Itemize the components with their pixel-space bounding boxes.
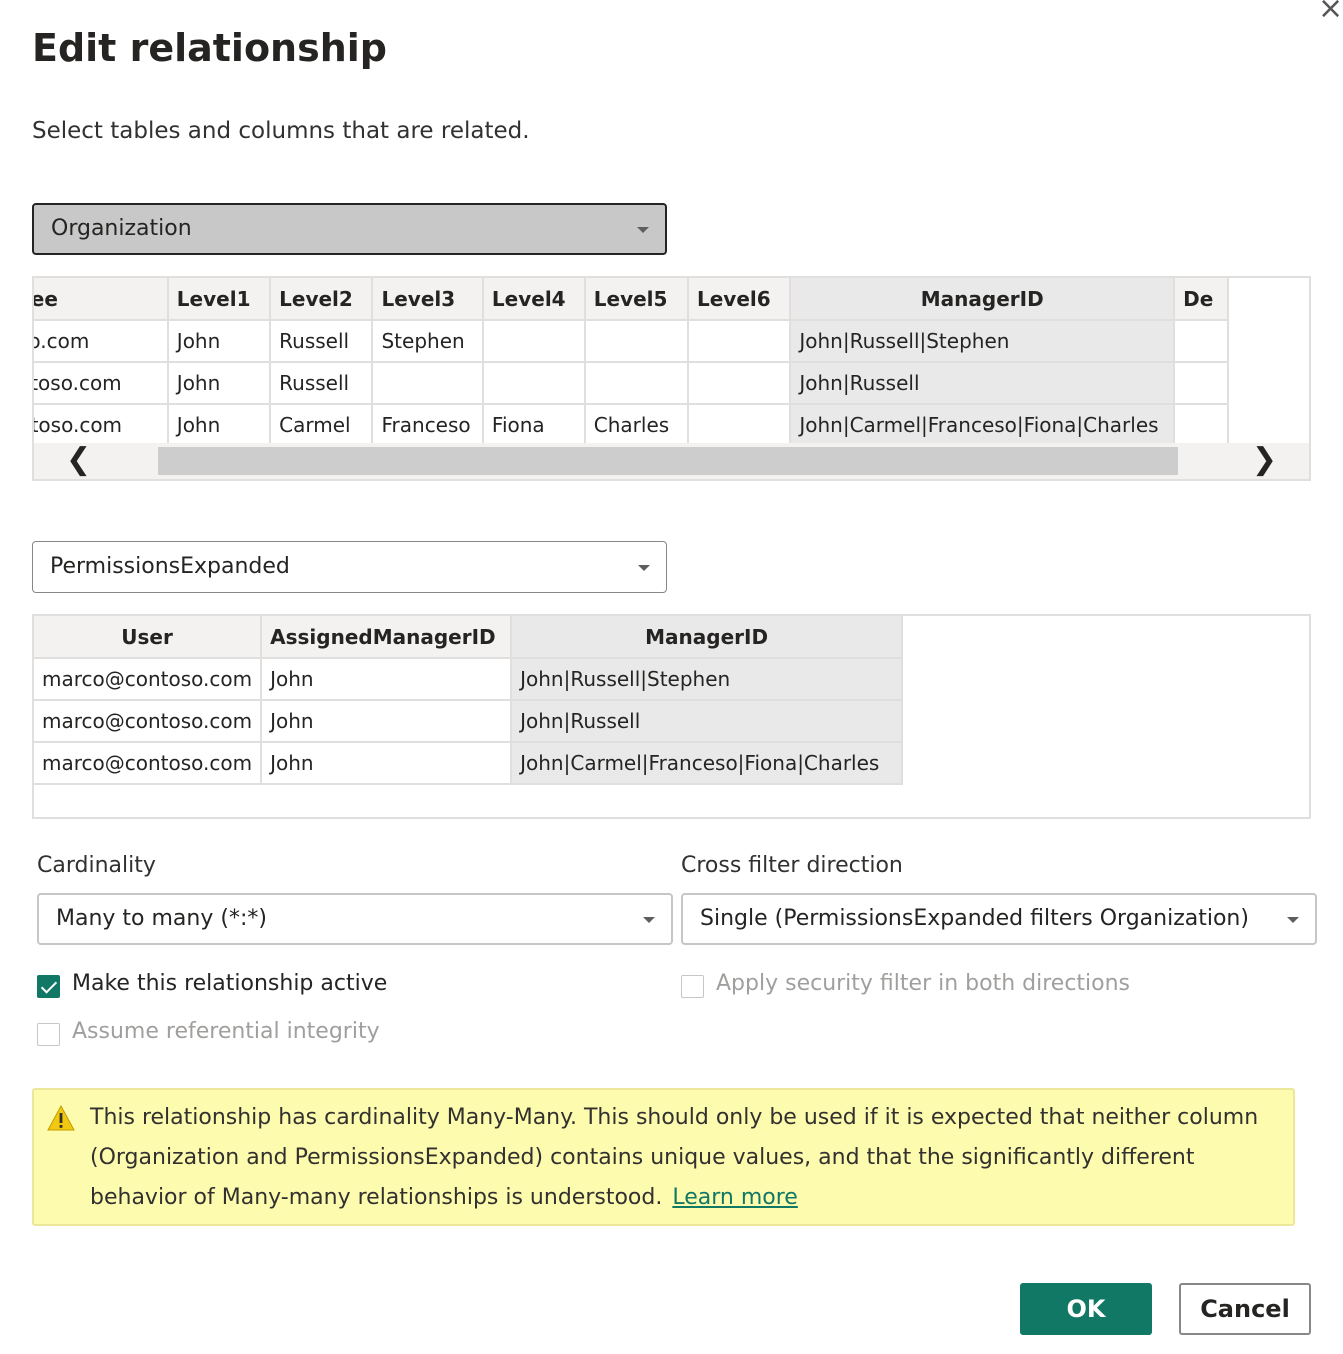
table-row: n@contoso.comJohnCarmelFrancesoFionaChar… <box>34 404 1229 447</box>
column-header[interactable]: ManagerID <box>511 616 904 659</box>
table-row: marco@contoso.com John John|Russell|Stephe… <box>34 658 904 701</box>
column-header[interactable]: mployee <box>34 278 169 321</box>
make-active-label: Make this relationship active <box>72 971 388 996</box>
dialog-subtitle: Select tables and columns that are relat… <box>32 118 530 144</box>
table-cell <box>482 362 586 405</box>
table-cell: contoso.com <box>34 320 169 363</box>
chevron-down-icon <box>643 917 655 923</box>
table-row: e@contoso.comJohnRussell John|Russell <box>34 362 1229 405</box>
table2-grid: User AssignedManagerID ManagerID marco@con… <box>34 616 904 785</box>
column-header[interactable]: Level5 <box>584 278 690 321</box>
table-cell: Russell <box>270 362 374 405</box>
table-cell: Stephen <box>372 320 484 363</box>
table-row: marco@contoso.com John John|Russell <box>34 700 904 743</box>
table-cell: John|Russell <box>511 700 904 743</box>
table1-horizontal-scrollbar[interactable]: ❮ ❯ <box>34 443 1309 479</box>
table-cell: Charles <box>584 404 690 447</box>
table-cell: John <box>261 742 513 785</box>
column-header[interactable]: AssignedManagerID <box>261 616 513 659</box>
cancel-button[interactable]: Cancel <box>1179 1283 1311 1335</box>
column-header[interactable]: ManagerID <box>790 278 1176 321</box>
table-cell <box>1174 362 1229 405</box>
learn-more-link[interactable]: Learn more <box>672 1185 797 1210</box>
column-header[interactable]: Level3 <box>372 278 484 321</box>
cross-filter-select[interactable]: Single (PermissionsExpanded filters Orga… <box>681 893 1317 945</box>
warning-text-block: This relationship has cardinality Many-M… <box>90 1098 1275 1218</box>
table-cell: e@contoso.com <box>34 362 169 405</box>
table-row: marco@contoso.com John John|Carmel|Frances… <box>34 742 904 785</box>
security-filter-checkbox[interactable] <box>681 975 704 998</box>
table-cell: Franceso <box>372 404 484 447</box>
column-header[interactable]: Level2 <box>270 278 374 321</box>
scroll-right-icon[interactable]: ❯ <box>1252 445 1277 475</box>
table2-dropdown-value: PermissionsExpanded <box>50 554 290 579</box>
table-cell: n@contoso.com <box>34 404 169 447</box>
table-cell: John <box>261 658 513 701</box>
table1-dropdown-value: Organization <box>51 216 192 241</box>
table-cell: John <box>167 404 272 447</box>
table-cell <box>372 362 484 405</box>
table-cell <box>688 320 792 363</box>
table-cell <box>1174 404 1229 447</box>
column-header[interactable]: De <box>1174 278 1229 321</box>
table-cell: Carmel <box>270 404 374 447</box>
warning-banner: This relationship has cardinality Many-M… <box>32 1088 1295 1226</box>
warning-icon <box>47 1104 75 1131</box>
table-cell: Fiona <box>482 404 586 447</box>
column-header[interactable]: Level6 <box>688 278 792 321</box>
table-cell: John <box>167 320 272 363</box>
table-cell: marco@contoso.com <box>34 700 263 743</box>
table-cell <box>1174 320 1229 363</box>
ok-button[interactable]: OK <box>1020 1283 1152 1335</box>
chevron-down-icon <box>1287 917 1299 923</box>
dialog-title: Edit relationship <box>32 26 388 70</box>
table-cell: John|Russell|Stephen <box>790 320 1176 363</box>
table2-dropdown[interactable]: PermissionsExpanded <box>32 541 667 593</box>
table-cell: John|Russell|Stephen <box>511 658 904 701</box>
chevron-down-icon <box>637 227 649 233</box>
table-cell <box>688 404 792 447</box>
table1-dropdown[interactable]: Organization <box>32 203 667 255</box>
cardinality-select[interactable]: Many to many (*:*) <box>37 893 673 945</box>
cross-filter-label: Cross filter direction <box>681 853 903 878</box>
table-cell: John|Russell <box>790 362 1176 405</box>
table2-preview: User AssignedManagerID ManagerID marco@con… <box>32 614 1311 819</box>
cardinality-value: Many to many (*:*) <box>56 906 267 931</box>
table1-grid: mployeeLevel1Level2Level3Level4Level5Lev… <box>34 278 1229 447</box>
security-filter-label: Apply security filter in both directions <box>716 971 1131 996</box>
table-cell: John <box>167 362 272 405</box>
table-cell <box>482 320 586 363</box>
cross-filter-value: Single (PermissionsExpanded filters Orga… <box>700 906 1249 931</box>
table-cell: marco@contoso.com <box>34 658 263 701</box>
referential-integrity-label: Assume referential integrity <box>72 1019 380 1044</box>
table-cell: John|Carmel|Franceso|Fiona|Charles <box>790 404 1176 447</box>
table1-header-row: mployeeLevel1Level2Level3Level4Level5Lev… <box>34 278 1229 321</box>
table-cell <box>584 362 690 405</box>
table-row: contoso.comJohnRussellStephen John|Russel… <box>34 320 1229 363</box>
scrollbar-thumb[interactable] <box>158 447 1178 475</box>
table-cell: Russell <box>270 320 374 363</box>
chevron-down-icon <box>638 565 650 571</box>
make-active-checkbox[interactable] <box>37 975 60 998</box>
column-header[interactable]: Level1 <box>167 278 272 321</box>
scroll-left-icon[interactable]: ❮ <box>66 445 91 475</box>
referential-integrity-checkbox[interactable] <box>37 1023 60 1046</box>
table-cell <box>584 320 690 363</box>
table-cell: John|Carmel|Franceso|Fiona|Charles <box>511 742 904 785</box>
table-cell <box>688 362 792 405</box>
table2-header-row: User AssignedManagerID ManagerID <box>34 616 904 659</box>
close-icon[interactable]: × <box>1318 0 1343 24</box>
table-cell: marco@contoso.com <box>34 742 263 785</box>
column-header[interactable]: Level4 <box>482 278 586 321</box>
table1-preview: mployeeLevel1Level2Level3Level4Level5Lev… <box>32 276 1311 481</box>
column-header[interactable]: User <box>34 616 263 659</box>
cardinality-label: Cardinality <box>37 853 156 878</box>
table-cell: John <box>261 700 513 743</box>
